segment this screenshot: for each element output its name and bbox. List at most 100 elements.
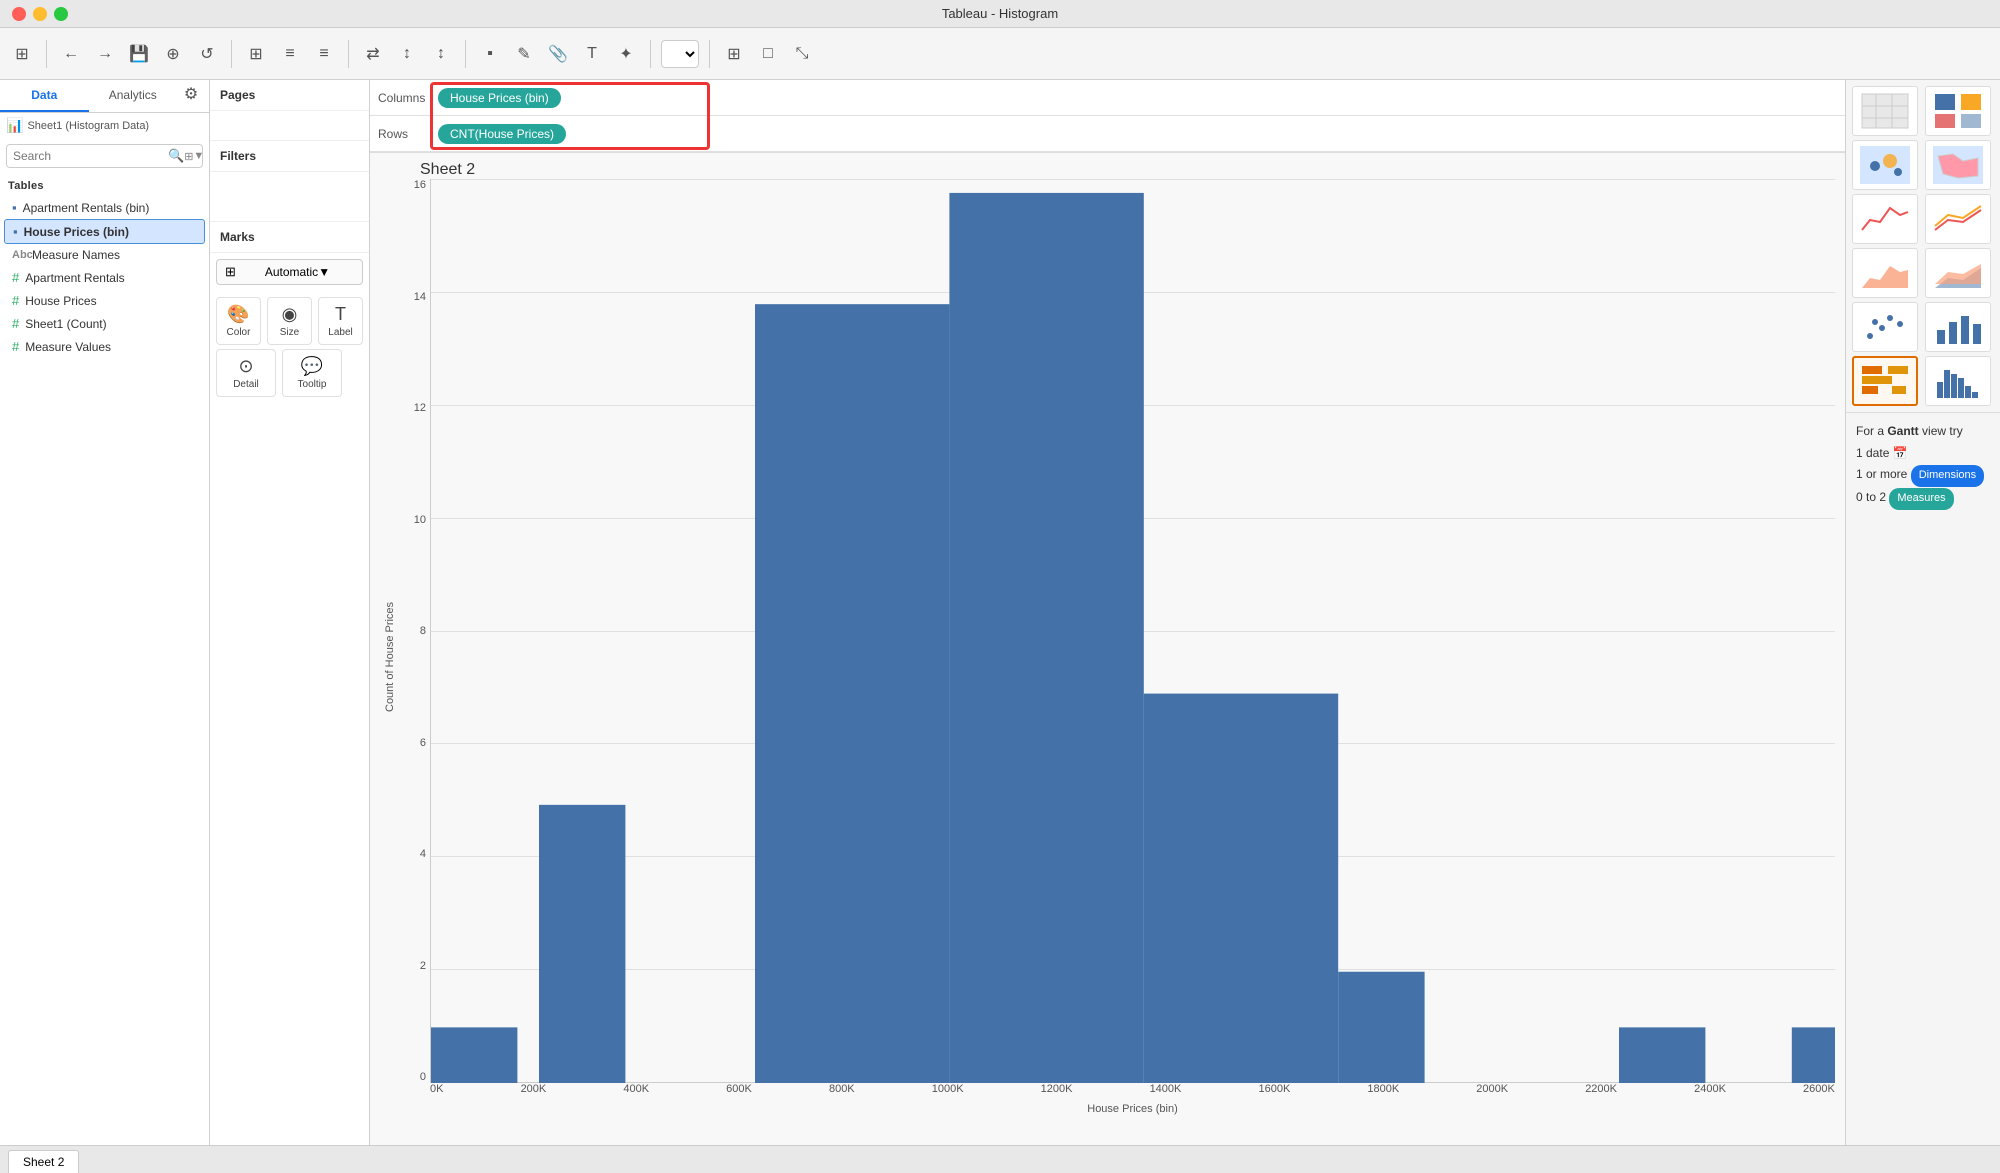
sort-button[interactable]: ↕ bbox=[393, 40, 421, 68]
color-button[interactable]: 🎨 Color bbox=[216, 297, 261, 345]
xtick-600k: 600K bbox=[726, 1083, 752, 1103]
gantt-info-section: For a Gantt view try 1 date 📅 1 or more … bbox=[1846, 412, 2000, 518]
swap-button[interactable]: ⇄ bbox=[359, 40, 387, 68]
undo-button[interactable]: ↺ bbox=[193, 40, 221, 68]
text-button[interactable]: T bbox=[578, 40, 606, 68]
bar-1800k[interactable] bbox=[1619, 1027, 1705, 1083]
xtick-1800k: 1800K bbox=[1367, 1083, 1399, 1103]
hash-icon-4: # bbox=[12, 339, 19, 354]
view-dropdown[interactable]: Standard bbox=[661, 40, 699, 68]
canvas-area: Columns House Prices (bin) Rows CNT(Hous… bbox=[370, 80, 1845, 1145]
chart-type-histogram[interactable] bbox=[1925, 356, 1991, 406]
maximize-button[interactable] bbox=[54, 7, 68, 21]
tab-bar: Sheet 2 bbox=[0, 1145, 2000, 1173]
annotate-button[interactable]: 📎 bbox=[544, 40, 572, 68]
sort2-button[interactable]: ↕ bbox=[427, 40, 455, 68]
chart-type-dual-area[interactable] bbox=[1925, 248, 1991, 298]
main-content: Data Analytics ⚙ 📊 Sheet1 (Histogram Dat… bbox=[0, 80, 2000, 1145]
marks-type-label: Automatic bbox=[265, 265, 318, 279]
rows-pill[interactable]: CNT(House Prices) bbox=[438, 124, 566, 144]
fix-axes-button[interactable]: ⊞ bbox=[720, 40, 748, 68]
chart-type-gantt-active[interactable] bbox=[1852, 356, 1918, 406]
bar-1200k[interactable] bbox=[1338, 972, 1424, 1083]
bar-0[interactable] bbox=[431, 1027, 517, 1083]
star-button[interactable]: ✦ bbox=[612, 40, 640, 68]
chart-type-text-table[interactable] bbox=[1852, 86, 1918, 136]
dimensions-prefix: 1 or more bbox=[1856, 467, 1907, 481]
chart-title: Sheet 2 bbox=[420, 161, 475, 178]
separator-1 bbox=[46, 40, 47, 68]
pages-header: Pages bbox=[210, 80, 369, 111]
chart-type-heat-map[interactable] bbox=[1925, 86, 1991, 136]
label-icon: T bbox=[335, 304, 346, 325]
chart-with-y-ticks: 16 14 12 10 8 6 4 2 0 bbox=[400, 179, 1835, 1103]
chart-type-filled-map[interactable] bbox=[1925, 140, 1991, 190]
chart-type-dual-line[interactable] bbox=[1925, 194, 1991, 244]
dataset-row: 📊 Sheet1 (Histogram Data) bbox=[0, 113, 209, 138]
xtick-2600k: 2600K bbox=[1803, 1083, 1835, 1103]
dataset-icon: 📊 bbox=[6, 117, 23, 134]
mark-type-button[interactable]: ▪ bbox=[476, 40, 504, 68]
share-button[interactable]: ⤡ bbox=[788, 40, 816, 68]
hash-icon-3: # bbox=[12, 316, 19, 331]
tab-analytics[interactable]: Analytics bbox=[89, 80, 178, 112]
tick-10: 10 bbox=[414, 514, 426, 526]
search-bar[interactable]: 🔍 ⊞ ▼ bbox=[6, 144, 203, 168]
detail-button[interactable]: ⊙ Detail bbox=[216, 349, 276, 397]
sort-toggle[interactable]: ▼ bbox=[193, 150, 204, 162]
tab-data[interactable]: Data bbox=[0, 80, 89, 112]
separator-4 bbox=[465, 40, 466, 68]
search-input[interactable] bbox=[13, 149, 168, 163]
bar-1000k[interactable] bbox=[1144, 694, 1338, 1083]
separator-6 bbox=[709, 40, 710, 68]
add-datasource-button[interactable]: ⊕ bbox=[159, 40, 187, 68]
highlight-button[interactable]: ✎ bbox=[510, 40, 538, 68]
table-item-measure-values[interactable]: # Measure Values bbox=[4, 335, 205, 358]
view-toggle[interactable]: ⊞ bbox=[184, 150, 193, 163]
bar-2400k[interactable] bbox=[1792, 1027, 1835, 1083]
chart-type-area[interactable] bbox=[1852, 248, 1918, 298]
xtick-400k: 400K bbox=[623, 1083, 649, 1103]
gantt-view-label: view try bbox=[1922, 424, 1963, 438]
minimize-button[interactable] bbox=[33, 7, 47, 21]
rows-button[interactable]: ≡ bbox=[310, 40, 338, 68]
y-axis-label: Count of House Prices bbox=[380, 179, 400, 1115]
chart-type-scatter[interactable] bbox=[1852, 302, 1918, 352]
rows-label: Rows bbox=[378, 127, 438, 141]
chart-type-line[interactable] bbox=[1852, 194, 1918, 244]
bars-svg-area[interactable] bbox=[430, 179, 1835, 1083]
close-button[interactable] bbox=[12, 7, 26, 21]
panel-settings[interactable]: ⚙ bbox=[177, 80, 205, 108]
back-button[interactable]: ← bbox=[57, 40, 85, 68]
bar-200k[interactable] bbox=[539, 805, 625, 1083]
device-preview-button[interactable]: □ bbox=[754, 40, 782, 68]
label-label: Label bbox=[328, 327, 352, 338]
chart-type-symbol-map[interactable] bbox=[1852, 140, 1918, 190]
forward-button[interactable]: → bbox=[91, 40, 119, 68]
table-item-apartment-bin[interactable]: ▪ Apartment Rentals (bin) bbox=[4, 196, 205, 219]
marks-type-icon: ⊞ bbox=[225, 264, 261, 280]
window-controls[interactable] bbox=[12, 7, 68, 21]
pages-area bbox=[210, 111, 369, 141]
table-item-measure-names[interactable]: Abc Measure Names bbox=[4, 244, 205, 266]
save-button[interactable]: 💾 bbox=[125, 40, 153, 68]
group-button[interactable]: ⊞ bbox=[242, 40, 270, 68]
table-item-sheet1-count[interactable]: # Sheet1 (Count) bbox=[4, 312, 205, 335]
sheet-tab[interactable]: Sheet 2 bbox=[8, 1150, 79, 1173]
label-button[interactable]: T Label bbox=[318, 297, 363, 345]
tooltip-icon: 💬 bbox=[301, 356, 323, 377]
bar-800k[interactable] bbox=[949, 193, 1143, 1083]
chart-type-bar-chart[interactable] bbox=[1925, 302, 1991, 352]
size-button[interactable]: ◉ Size bbox=[267, 297, 312, 345]
tooltip-button[interactable]: 💬 Tooltip bbox=[282, 349, 342, 397]
table-item-house-prices[interactable]: # House Prices bbox=[4, 289, 205, 312]
columns-button[interactable]: ≡ bbox=[276, 40, 304, 68]
marks-type-dropdown[interactable]: ⊞ Automatic ▼ bbox=[216, 259, 363, 285]
columns-shelf: Columns House Prices (bin) bbox=[370, 80, 1845, 116]
columns-pill[interactable]: House Prices (bin) bbox=[438, 88, 561, 108]
tick-12: 12 bbox=[414, 402, 426, 414]
bar-600k[interactable] bbox=[755, 304, 949, 1083]
hash-icon: # bbox=[12, 270, 19, 285]
table-item-apartment-rentals[interactable]: # Apartment Rentals bbox=[4, 266, 205, 289]
table-item-house-bin[interactable]: ▪ House Prices (bin) bbox=[4, 219, 205, 244]
